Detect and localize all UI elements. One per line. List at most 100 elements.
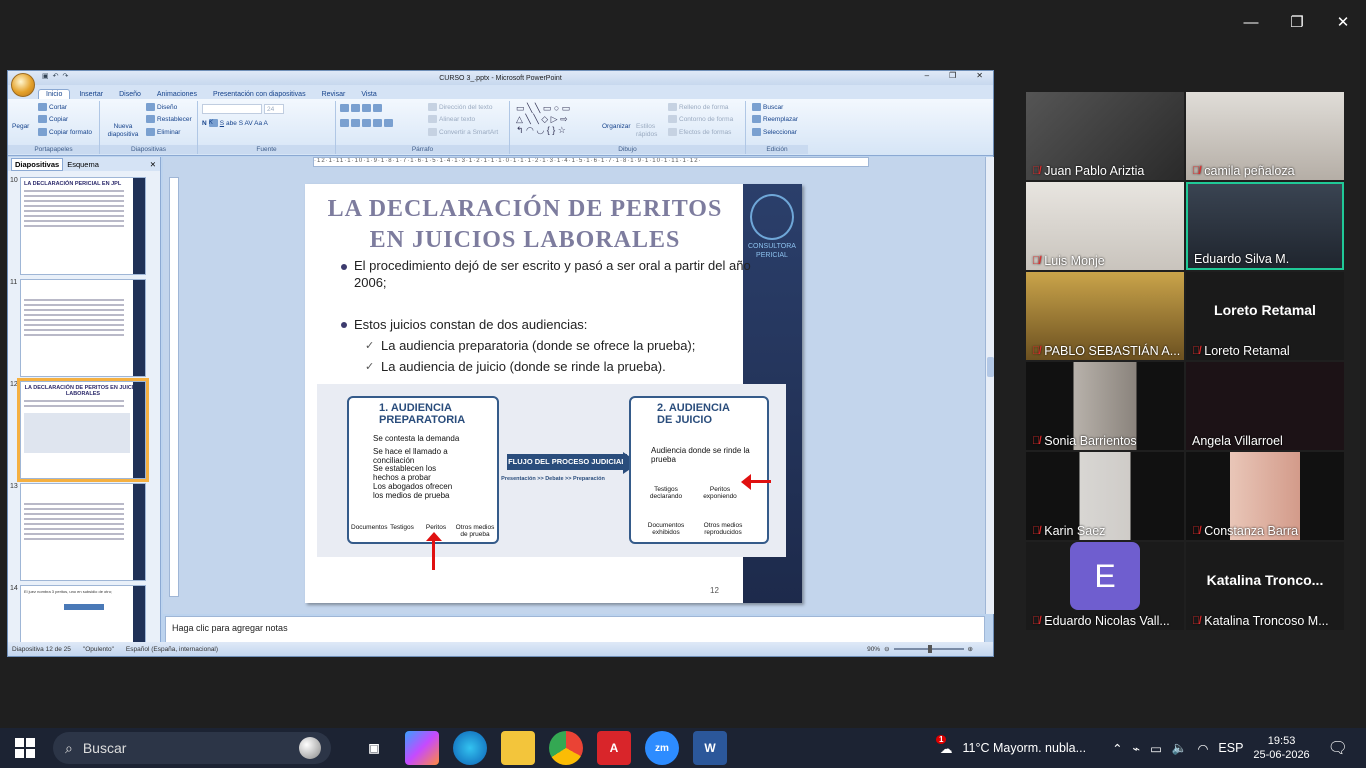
zoom-in-icon[interactable]: ⊕ — [968, 645, 973, 653]
bullet-icon — [341, 264, 347, 270]
quick-styles-button[interactable]: Estilos rápidos — [636, 123, 662, 139]
tab-diapositivas[interactable]: Diapositivas — [11, 157, 64, 171]
vertical-scrollbar[interactable] — [985, 157, 994, 614]
participant-tile[interactable]: Loreto Retamal 🎙̸ Loreto Retamal — [1186, 272, 1344, 360]
slide-thumbnail-10[interactable]: LA DECLARACIÓN PERICIAL EN JPL — [20, 177, 146, 275]
reset-button[interactable]: Restablecer — [146, 115, 192, 123]
participant-tile[interactable]: 🎙̸ Sonia Barrientos — [1026, 362, 1184, 450]
save-icon[interactable]: ▣ — [42, 72, 49, 80]
icon-label: Otros medios de prueba — [455, 524, 495, 538]
participant-tile[interactable]: Katalina Tronco... 🎙̸ Katalina Troncoso M… — [1186, 542, 1344, 630]
zoom-app-icon[interactable]: zm — [645, 731, 679, 765]
participant-tile[interactable]: 🎙̸ Juan Pablo Ariztia — [1026, 92, 1184, 180]
weather-text[interactable]: 11°C Mayorm. nubla... — [962, 741, 1086, 755]
font-name-field[interactable] — [202, 104, 262, 114]
chevron-up-icon[interactable]: ⌃ — [1112, 741, 1122, 756]
format-painter-button[interactable]: Copiar formato — [38, 128, 92, 136]
clock[interactable]: 19:53 25-06-2026 — [1253, 734, 1309, 762]
layout-button[interactable]: Diseño — [146, 103, 177, 111]
notifications-icon[interactable]: 🗨 — [1328, 738, 1348, 758]
tab-revisar[interactable]: Revisar — [315, 90, 353, 99]
acrobat-icon[interactable]: A — [597, 731, 631, 765]
bold-button[interactable]: N K S abe S AV Aa A — [202, 119, 268, 127]
wifi-icon[interactable]: ◠ — [1197, 741, 1208, 756]
participant-tile[interactable]: Angela Villarroel — [1186, 362, 1344, 450]
participant-name: Constanza Barra — [1204, 524, 1299, 538]
shapes-gallery[interactable]: ▭ ╲ ╲ ▭ ○ ▭ △ ╲ ╲ ◇ ▷ ⇨ ↰ ◠ ◡ { } ☆ — [516, 103, 570, 136]
minimize-icon[interactable]: — — [1228, 0, 1274, 44]
slide-thumbnail-11[interactable] — [20, 279, 146, 377]
edge-icon[interactable] — [453, 731, 487, 765]
participant-tile[interactable]: 🎙̸ Constanza Barra — [1186, 452, 1344, 540]
tab-animaciones[interactable]: Animaciones — [150, 90, 204, 99]
brush-icon — [38, 128, 47, 136]
network-icon[interactable]: ⌁ — [1133, 741, 1141, 756]
participant-tile[interactable]: 🎙̸ camila peñaloza — [1186, 92, 1344, 180]
tab-vista[interactable]: Vista — [354, 90, 383, 99]
paste-button[interactable]: Pegar — [12, 123, 29, 130]
file-explorer-icon[interactable] — [501, 731, 535, 765]
weather-icon[interactable]: ☁ 1 — [935, 734, 952, 756]
shape-fill-button[interactable]: Relleno de forma — [668, 103, 729, 111]
tab-insertar[interactable]: Insertar — [72, 90, 110, 99]
cut-button[interactable]: Cortar — [38, 103, 67, 111]
bullets-button[interactable] — [340, 104, 382, 112]
copilot-icon[interactable] — [405, 731, 439, 765]
tab-esquema[interactable]: Esquema — [67, 160, 99, 169]
close-icon[interactable]: ✕ — [1320, 0, 1366, 44]
task-view-icon[interactable]: ▣ — [357, 731, 391, 765]
thumb-number: 10 — [10, 177, 18, 184]
new-slide-button[interactable]: Nueva diapositiva — [106, 123, 140, 139]
align-buttons[interactable] — [340, 119, 393, 127]
office-button[interactable] — [11, 73, 35, 97]
zoom-out-icon[interactable]: ⊖ — [884, 645, 889, 653]
card-juicio: 2. AUDIENCIA DE JUICIO Audiencia donde s… — [629, 396, 769, 544]
ppt-restore-icon[interactable]: ❐ — [949, 71, 956, 80]
select-button[interactable]: Seleccionar — [752, 128, 797, 136]
windows-start-icon[interactable] — [15, 738, 35, 758]
shape-outline-button[interactable]: Contorno de forma — [668, 115, 733, 123]
outline-icon — [668, 115, 677, 123]
soccer-ball-icon — [299, 737, 321, 759]
tab-inicio[interactable]: Inicio — [38, 89, 71, 99]
close-panel-icon[interactable]: ✕ — [150, 160, 156, 169]
font-size-field[interactable]: 24 — [264, 104, 284, 114]
participant-tile[interactable]: 🎙̸ PABLO SEBASTIÁN A... — [1026, 272, 1184, 360]
ppt-close-icon[interactable]: ✕ — [976, 71, 983, 80]
slide-thumbnail-14[interactable]: El juez nombra 3 peritos, uno en subsidi… — [20, 585, 146, 643]
word-icon[interactable]: W — [693, 731, 727, 765]
text-direction-button[interactable]: Dirección del texto — [428, 103, 492, 111]
chrome-icon[interactable] — [549, 731, 583, 765]
align-text-icon — [428, 115, 437, 123]
participant-tile-active-speaker[interactable]: Eduardo Silva M. — [1186, 182, 1344, 270]
participant-tile[interactable]: 🎙̸ Luis Monje — [1026, 182, 1184, 270]
zoom-level[interactable]: 90% — [867, 646, 880, 653]
select-icon — [752, 128, 761, 136]
align-text-button[interactable]: Alinear texto — [428, 115, 475, 123]
slide-thumbnail-13[interactable] — [20, 483, 146, 581]
battery-icon[interactable]: ▭ — [1150, 741, 1162, 756]
taskbar-search[interactable]: ⌕ Buscar — [53, 732, 331, 764]
arrange-button[interactable]: Organizar — [602, 123, 631, 130]
find-button[interactable]: Buscar — [752, 103, 783, 111]
zoom-slider[interactable] — [893, 645, 964, 653]
participant-tile[interactable]: 🎙̸ Karin Saez — [1026, 452, 1184, 540]
ppt-minimize-icon[interactable]: – — [925, 71, 929, 80]
restore-icon[interactable]: ❐ — [1274, 0, 1320, 44]
participant-tile[interactable]: E 🎙̸ Eduardo Nicolas Vall... — [1026, 542, 1184, 630]
slide-thumbnail-12[interactable]: LA DECLARACIÓN DE PERITOS EN JUICIOS LAB… — [17, 378, 149, 482]
copy-button[interactable]: Copiar — [38, 115, 68, 123]
mic-muted-icon: 🎙̸ — [1032, 435, 1041, 447]
redo-icon[interactable]: ↷ — [63, 72, 69, 80]
replace-button[interactable]: Reemplazar — [752, 115, 798, 123]
volume-icon[interactable]: 🔈 — [1172, 741, 1188, 756]
tab-presentacion[interactable]: Presentación con diapositivas — [206, 90, 313, 99]
language-indicator[interactable]: ESP — [1218, 741, 1243, 755]
notes-pane[interactable]: Haga clic para agregar notas — [165, 616, 985, 643]
undo-icon[interactable]: ↶ — [53, 72, 59, 80]
delete-slide-button[interactable]: Eliminar — [146, 128, 180, 136]
smartart-button[interactable]: Convertir a SmartArt — [428, 128, 498, 136]
current-slide[interactable]: CONSULTORA PERICIAL LA DECLARACIÓN DE PE… — [305, 184, 802, 603]
tab-diseno[interactable]: Diseño — [112, 90, 148, 99]
shape-effects-button[interactable]: Efectos de formas — [668, 128, 731, 136]
